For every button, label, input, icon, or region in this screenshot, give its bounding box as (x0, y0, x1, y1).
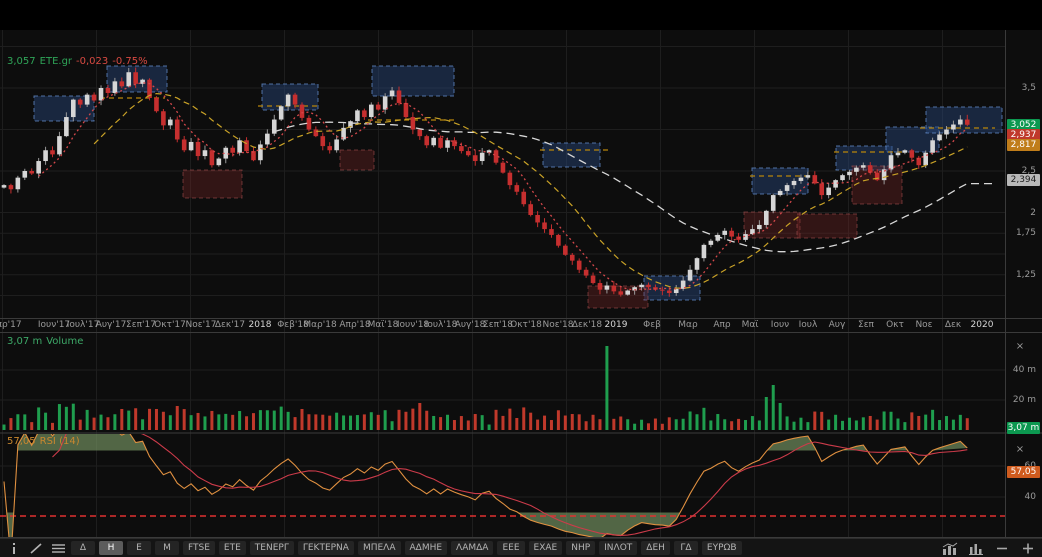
chart-canvas[interactable] (0, 0, 1042, 538)
bottom-toolbar: ΔΗΕΜ FTSE ΕΤΕ ΤΕΝΕΡΓ ΓΕΚΤΕΡΝΑ ΜΠΕΛΑ ΑΔΜΗΕΛΑΜΔ… (0, 538, 1042, 557)
time-tick-label: Απρ'18 (339, 320, 370, 331)
time-tick-label: 2020 (971, 320, 994, 331)
timeframe-button-Δ[interactable]: Δ (71, 541, 95, 555)
list-icon[interactable] (49, 541, 67, 556)
ticker-button-ΜΠΕΛΑ[interactable]: ΜΠΕΛΑ (358, 541, 401, 555)
ticker-button-ΓΔ[interactable]: ΓΔ (674, 541, 698, 555)
rsi-value: 57,05 (7, 436, 36, 447)
price-change-percent: -0.75% (112, 56, 147, 67)
price-tick-label: 3,5 (1022, 83, 1036, 93)
time-tick-label: Νοε (915, 320, 932, 331)
price-change: -0,023 (76, 56, 108, 67)
time-tick-label: Μαϊ (742, 320, 759, 331)
time-tick-label: Απρ'17 (0, 320, 22, 331)
rsi-legend: 57,05 RSI (14) (7, 436, 84, 447)
price-tick-label: 2 (1030, 208, 1036, 218)
time-tick-label: Αυγ'18 (455, 320, 486, 331)
time-tick-label: Σεπ'17 (126, 320, 156, 331)
symbol-name[interactable]: ETE.gr (40, 56, 72, 67)
timeframe-button-Μ[interactable]: Μ (155, 541, 179, 555)
time-tick-label: Δεκ (945, 320, 961, 331)
ticker-button-ΙΝΛΟΤ[interactable]: ΙΝΛΟΤ (599, 541, 637, 555)
pencil-icon[interactable] (27, 541, 45, 556)
volume-close-icon[interactable]: × (1014, 341, 1026, 353)
time-tick-label: Οκτ'17 (154, 320, 186, 331)
rsi-series (0, 420, 1005, 538)
time-tick-label: Σεπ'18 (483, 320, 513, 331)
volume-value: 3,07 m (7, 336, 42, 347)
time-tick-label: Οκτ (886, 320, 904, 331)
rsi-close-icon[interactable]: × (1014, 444, 1026, 456)
time-tick-label: Φεβ (643, 320, 661, 331)
ma-fast-line (39, 83, 968, 290)
time-tick-label: Αυγ'17 (96, 320, 127, 331)
zoom-in-icon[interactable] (1019, 541, 1037, 556)
volume-axis-badge: 3,07 m (1007, 422, 1040, 434)
ticker-button-ΕΕΕ[interactable]: ΕΕΕ (497, 541, 524, 555)
ticker-button-ΕΥΡΩΒ[interactable]: ΕΥΡΩΒ (702, 541, 742, 555)
chart-icon[interactable] (941, 541, 959, 556)
time-tick-label: Οκτ'18 (510, 320, 542, 331)
time-tick-label: Ιουλ (799, 320, 818, 331)
price-axis-badge: 2,817 (1007, 139, 1040, 151)
ticker-button-FTSE[interactable]: FTSE (183, 541, 215, 555)
time-tick-label: 2019 (605, 320, 628, 331)
timeframe-button-Η[interactable]: Η (99, 541, 123, 555)
volume-tick-label: 40 m (1013, 365, 1036, 375)
rsi-tick-label: 40 (1025, 492, 1036, 502)
histogram-icon[interactable] (967, 541, 985, 556)
symbol-legend: 3,057 ETE.gr -0,023 -0.75% (7, 56, 152, 67)
time-tick-label: Δεκ'17 (215, 320, 245, 331)
grid-lines (0, 30, 1005, 537)
rsi-label[interactable]: RSI (14) (40, 436, 80, 447)
time-tick-label: Ιουν'17 (38, 320, 70, 331)
time-tick-label: Ιουλ'17 (67, 320, 100, 331)
ticker-button-ΓΕΚΤΕΡΝΑ[interactable]: ΓΕΚΤΕΡΝΑ (298, 541, 354, 555)
time-tick-label: Μαρ'18 (303, 320, 336, 331)
time-tick-label: Μαρ (678, 320, 697, 331)
time-tick-label: Σεπ (858, 320, 874, 331)
trading-chart-app: 3,057 ETE.gr -0,023 -0.75% 3,07 m Volume 57,… (0, 0, 1042, 557)
volume-label[interactable]: Volume (46, 336, 83, 347)
timeframe-buttons: ΔΗΕΜ (71, 541, 179, 555)
info-icon[interactable] (5, 541, 23, 556)
time-tick-label: Μαϊ'18 (368, 320, 399, 331)
rsi-axis-badge: 57,05 (1007, 466, 1040, 478)
time-tick-label: Απρ (713, 320, 730, 331)
ticker-button-ΛΑΜΔΑ[interactable]: ΛΑΜΔΑ (451, 541, 493, 555)
time-tick-label: Νοε'17 (185, 320, 216, 331)
time-tick-label: Νοε'18 (542, 320, 573, 331)
ticker-button-ΔΕΗ[interactable]: ΔΕΗ (641, 541, 670, 555)
candlestick-series (2, 67, 970, 296)
price-tick-label: 1,75 (1016, 228, 1036, 238)
time-tick-label: Δεκ'18 (572, 320, 602, 331)
time-tick-label: 2018 (249, 320, 272, 331)
ticker-button-ΕΤΕ[interactable]: ΕΤΕ (219, 541, 246, 555)
ticker-button-ΝΗΡ[interactable]: ΝΗΡ (566, 541, 595, 555)
time-tick-label: Αυγ (829, 320, 846, 331)
ticker-button-ΤΕΝΕΡΓ[interactable]: ΤΕΝΕΡΓ (250, 541, 294, 555)
volume-tick-label: 20 m (1013, 395, 1036, 405)
zoom-out-icon[interactable] (993, 541, 1011, 556)
timeframe-button-Ε[interactable]: Ε (127, 541, 151, 555)
last-price: 3,057 (7, 56, 36, 67)
ticker-buttons: FTSE ΕΤΕ ΤΕΝΕΡΓ ΓΕΚΤΕΡΝΑ ΜΠΕΛΑ ΑΔΜΗΕΛΑΜΔΑ ΕΕΕ Ε… (183, 541, 742, 555)
time-tick-label: Ιουν (771, 320, 789, 331)
ticker-button-ΑΔΜΗΕ[interactable]: ΑΔΜΗΕ (405, 541, 448, 555)
volume-legend: 3,07 m Volume (7, 336, 87, 347)
time-tick-label: Ιουλ'18 (425, 320, 458, 331)
rsi-ma-line (53, 426, 968, 535)
toolbar-right-icons (941, 541, 1037, 556)
price-tick-label: 1,25 (1016, 270, 1036, 280)
price-axis-badge: 2,394 (1007, 174, 1040, 186)
ticker-button-ΕΧΑΕ[interactable]: ΕΧΑΕ (529, 541, 563, 555)
volume-series (3, 346, 969, 430)
